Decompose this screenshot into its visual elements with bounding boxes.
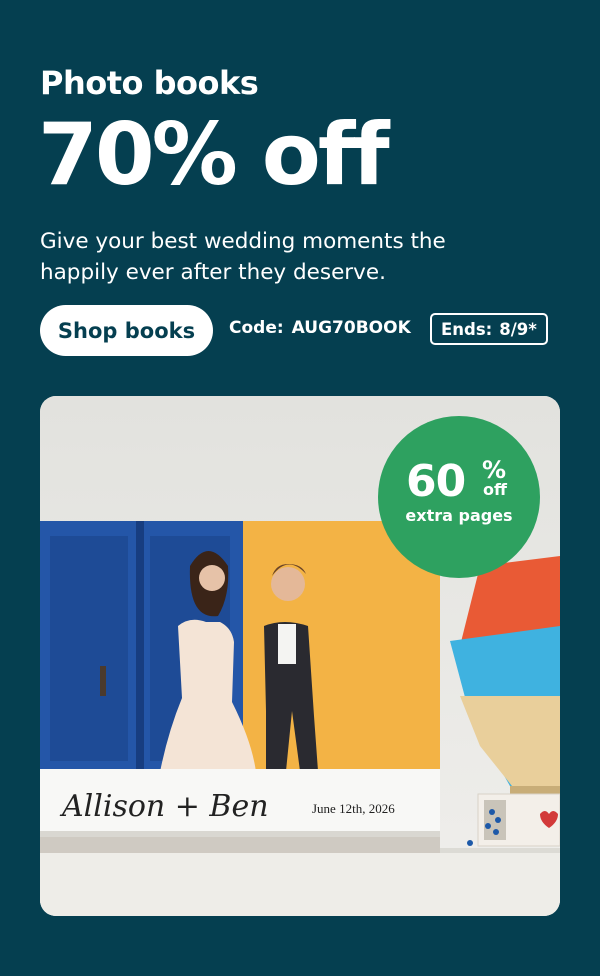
promo-code-value: AUG70BOOK [291, 318, 411, 338]
badge-percent: % [482, 456, 507, 484]
matchbox [467, 793, 560, 847]
book-names: Allison + Ben [59, 789, 269, 824]
badge-caption: extra pages [405, 506, 513, 525]
extra-pages-badge: 60 % off extra pages [378, 416, 540, 578]
promo-code: Code: AUG70BOOK [229, 318, 419, 338]
badge-value: 60 [406, 456, 466, 507]
book-date: June 12th, 2026 [312, 801, 395, 816]
shop-books-button[interactable]: Shop books [40, 305, 213, 356]
badge-off: off [483, 480, 507, 499]
promo-headline: 70% off [38, 105, 390, 205]
promo-ends-label: Ends: [441, 319, 493, 339]
promo-ends-value: 8/9* [499, 319, 537, 339]
promo-subtext: Give your best wedding moments the happi… [40, 229, 446, 285]
promo-ends-badge: Ends: 8/9* [430, 313, 548, 345]
promo-code-label: Code: [229, 318, 284, 338]
promo-eyebrow: Photo books [40, 64, 259, 102]
